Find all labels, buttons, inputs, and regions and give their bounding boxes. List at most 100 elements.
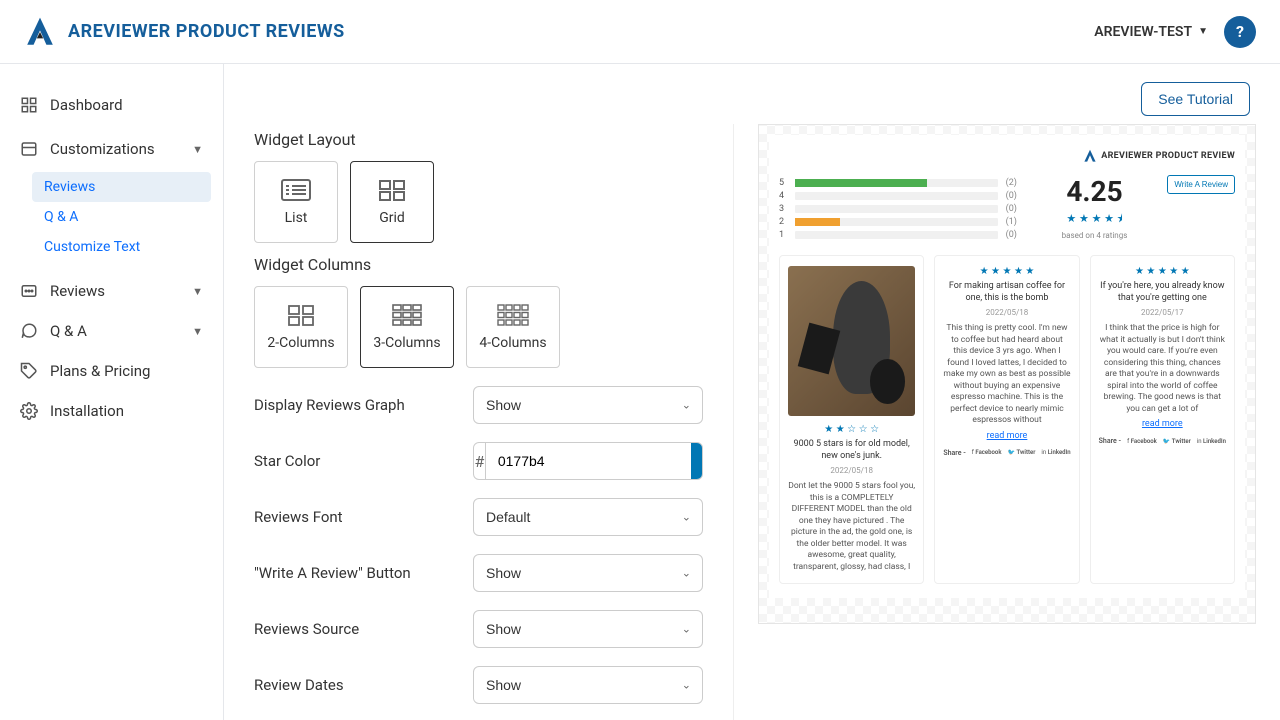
store-dropdown[interactable]: AREVIEW-TEST ▼: [1094, 24, 1208, 40]
nav-installation[interactable]: Installation: [12, 394, 211, 428]
review-title: For making artisan coffee for one, this …: [943, 281, 1070, 304]
read-more-link[interactable]: read more: [1099, 419, 1226, 429]
brand-logo-icon: [24, 16, 56, 48]
review-body: I think that the price is high for what …: [1099, 323, 1226, 415]
pricing-icon: [20, 362, 38, 380]
read-more-link[interactable]: read more: [943, 431, 1070, 441]
subnav-reviews[interactable]: Reviews: [32, 172, 211, 202]
grid-2col-icon: [285, 303, 317, 327]
customizations-submenu: Reviews Q & A Customize Text: [12, 172, 211, 262]
nav-dashboard-label: Dashboard: [50, 96, 123, 114]
twitter-link[interactable]: 🐦 Twitter: [1163, 438, 1191, 445]
columns-2-option[interactable]: 2-Columns: [254, 286, 348, 368]
review-card: ★ ★ ★ ★ ★ For making artisan coffee for …: [934, 255, 1079, 584]
review-title: 9000 5 stars is for old model, new one's…: [788, 439, 915, 462]
sidebar: Dashboard Customizations ▼ Reviews Q & A…: [0, 64, 224, 720]
linkedin-link[interactable]: in LinkedIn: [1197, 438, 1226, 445]
review-stars: ★ ★ ★ ★ ★: [1099, 266, 1226, 277]
reviews-font-label: Reviews Font: [254, 508, 343, 526]
layout-list-label: List: [285, 210, 308, 226]
review-card: ★ ★ ★ ★ ★ If you're here, you already kn…: [1090, 255, 1235, 584]
review-stars: ★ ★ ★ ★ ★: [943, 266, 1070, 277]
review-dates-label: Review Dates: [254, 676, 344, 694]
preview-brand: AREVIEWER PRODUCT REVIEW: [779, 149, 1235, 163]
review-image: [788, 266, 915, 416]
nav-plans-label: Plans & Pricing: [50, 362, 150, 380]
caret-down-icon: ▼: [1198, 26, 1208, 37]
color-swatch[interactable]: [691, 443, 702, 479]
columns-4-option[interactable]: 4-Columns: [466, 286, 560, 368]
display-graph-label: Display Reviews Graph: [254, 396, 405, 414]
linkedin-link[interactable]: in LinkedIn: [1041, 449, 1070, 456]
score-stars: ★ ★ ★ ★ ⯨: [1062, 210, 1128, 229]
dashboard-icon: [20, 96, 38, 114]
facebook-link[interactable]: f Facebook: [972, 449, 1002, 456]
subnav-qa[interactable]: Q & A: [32, 202, 211, 232]
widget-columns-label: Widget Columns: [254, 255, 703, 274]
review-title: If you're here, you already know that yo…: [1099, 281, 1226, 304]
main-content: See Tutorial Reviews Widget Layout List …: [224, 64, 1280, 720]
nav-qa[interactable]: Q & A ▼: [12, 314, 211, 348]
review-share: Share - f Facebook 🐦 Twitter in LinkedIn: [1099, 437, 1226, 445]
help-icon: ?: [1236, 22, 1244, 41]
columns-2-label: 2-Columns: [267, 335, 334, 351]
nav-customizations-label: Customizations: [50, 140, 155, 158]
grid-3col-icon: [391, 303, 423, 327]
gear-icon: [20, 402, 38, 420]
grid-4col-icon: [497, 303, 529, 327]
nav-installation-label: Installation: [50, 402, 124, 420]
settings-panel: Reviews Widget Layout List Grid Widget C…: [224, 64, 734, 720]
chevron-down-icon: ▼: [192, 325, 203, 338]
reviews-font-select[interactable]: Default: [473, 498, 703, 536]
score-based: based on 4 ratings: [1062, 231, 1128, 240]
review-share: Share - f Facebook 🐦 Twitter in LinkedIn: [943, 449, 1070, 457]
brand-logo-icon: [1083, 149, 1097, 163]
write-button-label: "Write A Review" Button: [254, 564, 411, 582]
chevron-down-icon: ▼: [192, 285, 203, 298]
reviews-source-select[interactable]: Show: [473, 610, 703, 648]
nav-customizations[interactable]: Customizations ▼: [12, 132, 211, 166]
nav-qa-label: Q & A: [50, 322, 87, 340]
nav-plans[interactable]: Plans & Pricing: [12, 354, 211, 388]
review-stars: ★ ★ ☆ ☆ ☆: [788, 424, 915, 435]
customize-icon: [20, 140, 38, 158]
write-button-select[interactable]: Show: [473, 554, 703, 592]
reviews-source-label: Reviews Source: [254, 620, 359, 638]
columns-3-option[interactable]: 3-Columns: [360, 286, 454, 368]
nav-reviews[interactable]: Reviews ▼: [12, 274, 211, 308]
rating-bars: 5(2) 4(0) 3(0) 2(1) 1(0): [779, 175, 1022, 243]
chevron-down-icon: ▼: [192, 143, 203, 156]
help-button[interactable]: ?: [1224, 16, 1256, 48]
list-icon: [280, 178, 312, 202]
preview-panel: Preview AREVIEWER PRODUCT REVIEW 5(2): [734, 64, 1280, 720]
review-date: 2022/05/18: [943, 308, 1070, 317]
subnav-customize-text[interactable]: Customize Text: [32, 232, 211, 262]
layout-grid-option[interactable]: Grid: [350, 161, 434, 243]
display-graph-select[interactable]: Show: [473, 386, 703, 424]
columns-4-label: 4-Columns: [479, 335, 546, 351]
write-review-button[interactable]: Write A Review: [1167, 175, 1235, 194]
top-header: AREVIEWER PRODUCT REVIEWS AREVIEW-TEST ▼…: [0, 0, 1280, 64]
brand: AREVIEWER PRODUCT REVIEWS: [24, 16, 345, 48]
see-tutorial-button[interactable]: See Tutorial: [1141, 82, 1250, 116]
star-color-input-group: #: [473, 442, 703, 480]
review-dates-select[interactable]: Show: [473, 666, 703, 704]
hash-prefix: #: [474, 443, 486, 479]
layout-list-option[interactable]: List: [254, 161, 338, 243]
brand-title: AREVIEWER PRODUCT REVIEWS: [68, 21, 345, 42]
avg-score: 4.25: [1062, 175, 1128, 208]
layout-grid-label: Grid: [379, 210, 405, 226]
twitter-link[interactable]: 🐦 Twitter: [1008, 449, 1036, 456]
facebook-link[interactable]: f Facebook: [1127, 438, 1157, 445]
columns-3-label: 3-Columns: [373, 335, 440, 351]
nav-dashboard[interactable]: Dashboard: [12, 88, 211, 122]
review-card: ★ ★ ☆ ☆ ☆ 9000 5 stars is for old model,…: [779, 255, 924, 584]
review-body: This thing is pretty cool. I'm new to co…: [943, 323, 1070, 426]
store-name: AREVIEW-TEST: [1094, 24, 1192, 40]
qa-icon: [20, 322, 38, 340]
reviews-icon: [20, 282, 38, 300]
review-date: 2022/05/18: [788, 466, 915, 475]
color-hex-input[interactable]: [486, 443, 691, 479]
grid-icon: [376, 178, 408, 202]
header-right: AREVIEW-TEST ▼ ?: [1094, 16, 1256, 48]
